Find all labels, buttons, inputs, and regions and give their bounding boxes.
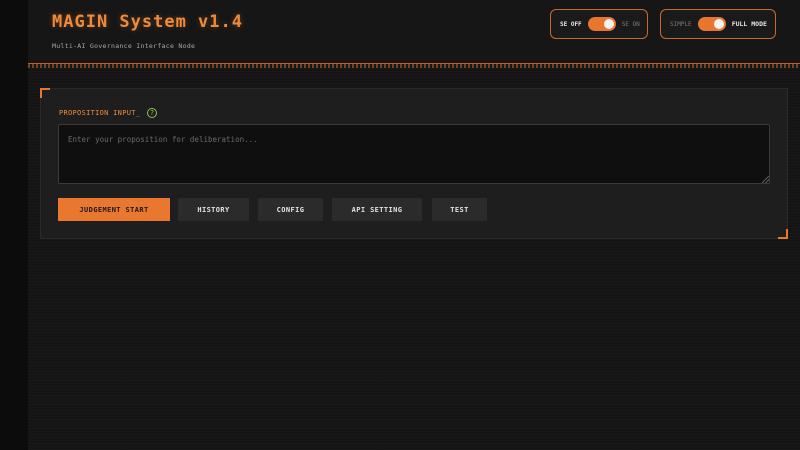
app-subtitle: Multi-AI Governance Interface Node: [52, 42, 196, 50]
se-off-label: SE OFF: [560, 20, 582, 28]
proposition-label: PROPOSITION INPUT_: [59, 109, 141, 117]
se-toggle-switch[interactable]: [587, 17, 616, 31]
panel-corner-bottom-right: [778, 229, 788, 239]
simple-mode-label: SIMPLE: [670, 20, 692, 28]
mode-toggle-group: SIMPLE FULL MODE: [660, 9, 776, 39]
se-on-label: SE ON: [621, 20, 640, 28]
proposition-input[interactable]: [58, 124, 770, 184]
app-title: MAGIN System v1.4: [52, 12, 243, 32]
textarea-resize-handle[interactable]: [762, 176, 769, 183]
panel-corner-top-left: [40, 88, 50, 98]
header-divider: [28, 64, 800, 68]
se-toggle-knob: [603, 19, 614, 29]
test-button[interactable]: TEST: [432, 198, 487, 221]
left-strip: [0, 0, 28, 450]
help-icon[interactable]: ?: [147, 108, 157, 118]
config-button[interactable]: CONFIG: [258, 198, 323, 221]
api-setting-button[interactable]: API SETTING: [332, 198, 422, 221]
history-button[interactable]: HISTORY: [178, 198, 249, 221]
full-mode-label: FULL MODE: [731, 20, 767, 28]
mode-toggle-switch[interactable]: [697, 17, 726, 31]
mode-toggle-knob: [713, 19, 724, 29]
se-toggle-group: SE OFF SE ON: [550, 9, 648, 39]
judgement-start-button[interactable]: JUDGEMENT START: [58, 198, 170, 221]
app-root: MAGIN System v1.4 Multi-AI Governance In…: [28, 0, 800, 450]
header-bar: MAGIN System v1.4 Multi-AI Governance In…: [28, 0, 800, 64]
